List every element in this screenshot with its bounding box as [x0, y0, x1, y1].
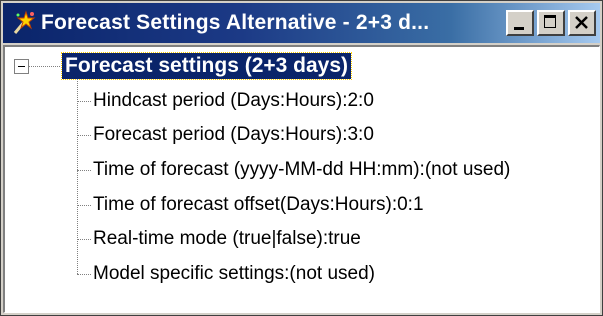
- tree-item-model-specific-settings[interactable]: Model specific settings:(not used): [93, 262, 375, 286]
- maximize-icon: [544, 15, 556, 28]
- tree-item-hindcast-period[interactable]: Hindcast period (Days:Hours):2:0: [93, 89, 374, 113]
- wand-sparkle-icon: [11, 10, 37, 36]
- close-icon: [573, 14, 591, 32]
- maximize-button[interactable]: [537, 10, 565, 36]
- tree-connector: [77, 170, 91, 171]
- tree-connector: [29, 66, 60, 67]
- tree-connector: [77, 239, 91, 240]
- collapse-toggle-icon[interactable]: [14, 59, 29, 74]
- tree-connector: [77, 274, 91, 275]
- tree-root-node[interactable]: Forecast settings (2+3 days): [60, 52, 353, 80]
- minimize-icon: [514, 27, 524, 30]
- title-bar[interactable]: Forecast Settings Alternative - 2+3 d...: [3, 3, 600, 43]
- window-title: Forecast Settings Alternative - 2+3 d...: [41, 11, 430, 34]
- tree-item-forecast-period[interactable]: Forecast period (Days:Hours):3:0: [93, 123, 374, 147]
- forecast-settings-window: Forecast Settings Alternative - 2+3 d...: [0, 0, 603, 316]
- tree-item-time-of-forecast-offset[interactable]: Time of forecast offset(Days:Hours):0:1: [93, 193, 424, 217]
- minimize-button[interactable]: [506, 10, 534, 36]
- tree-item-real-time-mode[interactable]: Real-time mode (true|false):true: [93, 227, 361, 251]
- tree-view[interactable]: Forecast settings (2+3 days) Hindcast pe…: [3, 45, 600, 313]
- close-button[interactable]: [568, 10, 596, 36]
- tree-connector: [77, 79, 78, 274]
- tree-connector: [77, 101, 91, 102]
- tree-connector: [77, 205, 91, 206]
- tree-connector: [77, 135, 91, 136]
- tree-item-time-of-forecast[interactable]: Time of forecast (yyyy-MM-dd HH:mm):(not…: [93, 158, 510, 182]
